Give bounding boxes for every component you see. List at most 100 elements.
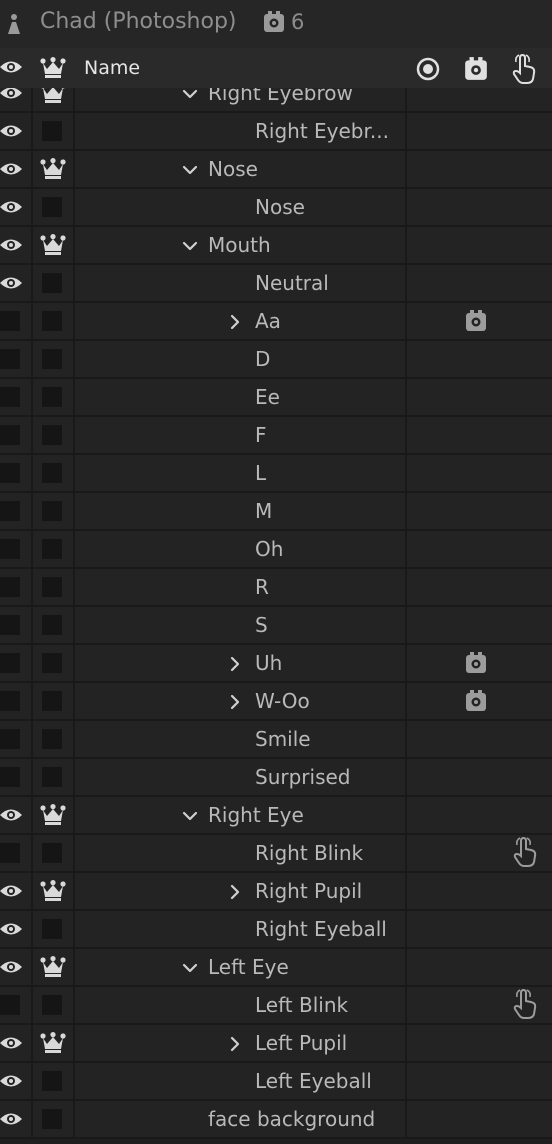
chevron-right-icon[interactable] <box>226 883 244 901</box>
chevron-down-icon[interactable] <box>181 88 199 103</box>
trigger-icon[interactable] <box>464 651 488 675</box>
independence-cell[interactable] <box>33 303 75 339</box>
visibility-toggle-off[interactable] <box>0 767 20 787</box>
independence-cell[interactable] <box>33 987 75 1023</box>
hand-icon[interactable] <box>511 989 539 1019</box>
visibility-cell[interactable] <box>0 1063 33 1099</box>
layer-row[interactable]: W-Oo <box>0 683 552 721</box>
visibility-cell[interactable] <box>0 911 33 947</box>
crown-icon[interactable] <box>40 158 66 180</box>
visibility-toggle-off[interactable] <box>0 691 20 711</box>
visibility-cell[interactable] <box>0 303 33 339</box>
independence-cell[interactable] <box>33 151 75 187</box>
layer-name-cell[interactable]: Oh <box>75 531 407 567</box>
eye-icon[interactable] <box>0 236 22 254</box>
layer-name-cell[interactable]: S <box>75 607 407 643</box>
layer-row[interactable]: Right Eyebr... <box>0 113 552 151</box>
eye-icon[interactable] <box>0 58 22 76</box>
visibility-cell[interactable] <box>0 683 33 719</box>
layer-row[interactable]: R <box>0 569 552 607</box>
crown-icon[interactable] <box>40 1032 66 1054</box>
eye-icon[interactable] <box>0 160 22 178</box>
independence-cell[interactable] <box>33 873 75 909</box>
layer-name-cell[interactable]: Mouth <box>75 227 407 263</box>
layer-name-cell[interactable]: Smile <box>75 721 407 757</box>
independence-toggle-off[interactable] <box>42 995 62 1015</box>
trigger-column-icon[interactable] <box>463 56 489 82</box>
visibility-cell[interactable] <box>0 493 33 529</box>
eye-icon[interactable] <box>0 958 22 976</box>
independence-cell[interactable] <box>33 113 75 149</box>
visibility-cell[interactable] <box>0 417 33 453</box>
chevron-down-icon[interactable] <box>181 807 199 825</box>
independence-cell[interactable] <box>33 949 75 985</box>
visibility-cell[interactable] <box>0 379 33 415</box>
layer-name-cell[interactable]: Left Pupil <box>75 1025 407 1061</box>
layer-name-cell[interactable]: D <box>75 341 407 377</box>
visibility-toggle-off[interactable] <box>0 349 20 369</box>
layer-row[interactable]: Left Blink <box>0 987 552 1025</box>
name-column-header[interactable]: Name <box>84 48 140 88</box>
visibility-toggle-off[interactable] <box>0 463 20 483</box>
independence-cell[interactable] <box>33 379 75 415</box>
layer-row[interactable]: Left Pupil <box>0 1025 552 1063</box>
independence-cell[interactable] <box>33 227 75 263</box>
visibility-cell[interactable] <box>0 645 33 681</box>
visibility-toggle-off[interactable] <box>0 387 20 407</box>
independence-cell[interactable] <box>33 1101 75 1137</box>
visibility-toggle-off[interactable] <box>0 843 20 863</box>
layer-name-cell[interactable]: Left Blink <box>75 987 407 1023</box>
crown-icon[interactable] <box>40 880 66 902</box>
layer-row[interactable]: Right Eye <box>0 797 552 835</box>
independence-cell[interactable] <box>33 1063 75 1099</box>
independence-toggle-off[interactable] <box>42 653 62 673</box>
layer-row[interactable]: F <box>0 417 552 455</box>
layer-row[interactable]: Uh <box>0 645 552 683</box>
chevron-right-icon[interactable] <box>226 693 244 711</box>
visibility-cell[interactable] <box>0 341 33 377</box>
independence-toggle-off[interactable] <box>42 1071 62 1091</box>
independence-toggle-off[interactable] <box>42 311 62 331</box>
layer-row[interactable]: Smile <box>0 721 552 759</box>
independence-cell[interactable] <box>33 189 75 225</box>
visibility-cell[interactable] <box>0 531 33 567</box>
independence-cell[interactable] <box>33 1025 75 1061</box>
layer-row[interactable]: face background <box>0 1101 552 1139</box>
visibility-toggle-off[interactable] <box>0 729 20 749</box>
visibility-cell[interactable] <box>0 759 33 795</box>
layer-row[interactable]: Right Blink <box>0 835 552 873</box>
layer-name-cell[interactable]: Uh <box>75 645 407 681</box>
independence-toggle-off[interactable] <box>42 463 62 483</box>
layer-row[interactable]: Mouth <box>0 227 552 265</box>
visibility-cell[interactable] <box>0 835 33 871</box>
visibility-toggle-off[interactable] <box>0 425 20 445</box>
visibility-toggle-off[interactable] <box>0 501 20 521</box>
independence-cell[interactable] <box>33 721 75 757</box>
layer-name-cell[interactable]: W-Oo <box>75 683 407 719</box>
trigger-icon[interactable] <box>464 689 488 713</box>
eye-icon[interactable] <box>0 1072 22 1090</box>
independence-cell[interactable] <box>33 493 75 529</box>
chevron-down-icon[interactable] <box>181 237 199 255</box>
visibility-cell[interactable] <box>0 987 33 1023</box>
independence-toggle-off[interactable] <box>42 577 62 597</box>
independence-cell[interactable] <box>33 455 75 491</box>
layer-row[interactable]: Right Pupil <box>0 873 552 911</box>
visibility-toggle-off[interactable] <box>0 615 20 635</box>
trigger-icon[interactable] <box>464 309 488 333</box>
independence-cell[interactable] <box>33 911 75 947</box>
layer-row[interactable]: Right Eyebrow <box>0 88 552 113</box>
visibility-cell[interactable] <box>0 1101 33 1137</box>
independence-toggle-off[interactable] <box>42 615 62 635</box>
layer-row[interactable]: Nose <box>0 151 552 189</box>
layer-row[interactable]: Aa <box>0 303 552 341</box>
layer-name-cell[interactable]: Aa <box>75 303 407 339</box>
visibility-cell[interactable] <box>0 721 33 757</box>
independence-toggle-off[interactable] <box>42 425 62 445</box>
crown-icon[interactable] <box>40 234 66 256</box>
visibility-cell[interactable] <box>0 607 33 643</box>
layer-row[interactable]: M <box>0 493 552 531</box>
independence-toggle-off[interactable] <box>42 919 62 939</box>
layer-name-cell[interactable]: Surprised <box>75 759 407 795</box>
layer-name-cell[interactable]: Ee <box>75 379 407 415</box>
